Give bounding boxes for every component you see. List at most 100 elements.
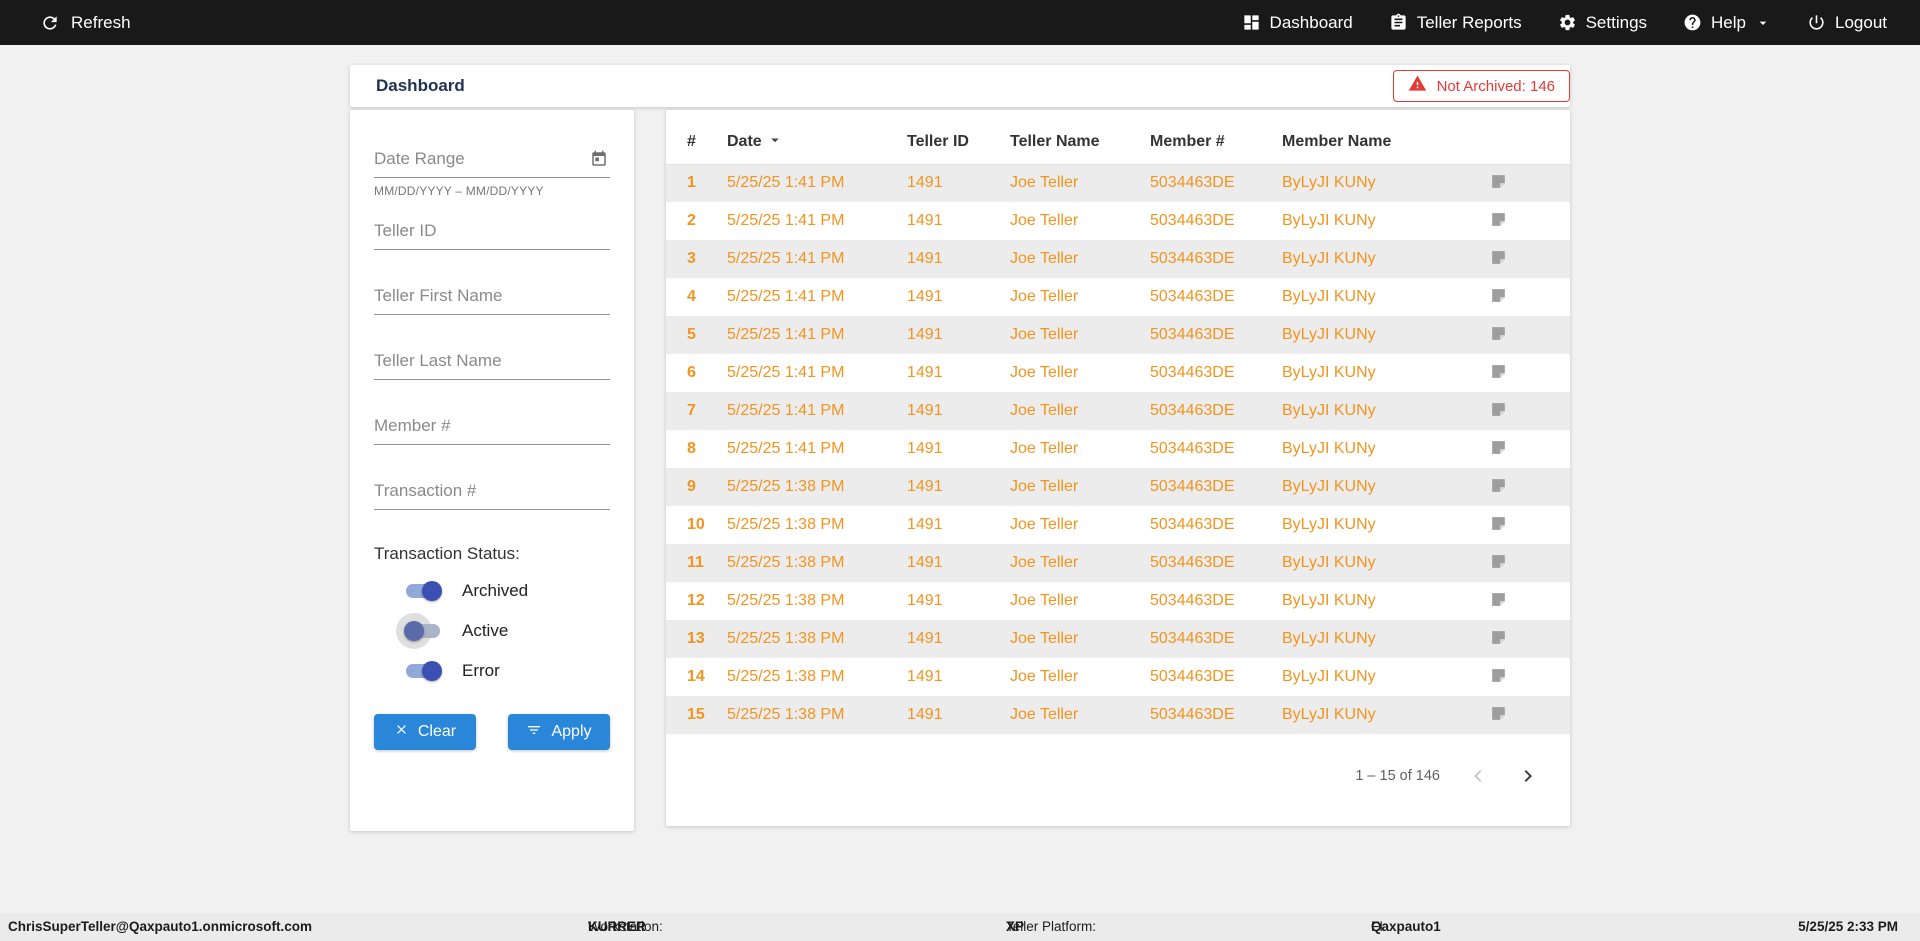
teller-last-name-input[interactable] [374,342,610,380]
apply-button-label: Apply [551,723,592,740]
note-icon [1489,438,1508,460]
cell-member-name: ByLyJI KUNy [1282,516,1376,533]
active-toggle[interactable] [396,613,442,649]
clipboard-icon [1389,13,1408,32]
note-icon-button[interactable] [1489,286,1508,308]
cell-date: 5/25/25 1:41 PM [727,174,845,192]
table-row[interactable]: 4 5/25/25 1:41 PM 1491 Joe Teller 503446… [666,278,1570,316]
note-icon-button[interactable] [1489,628,1508,650]
cell-member-number: 5034463DE [1150,402,1235,419]
table-row[interactable]: 14 5/25/25 1:38 PM 1491 Joe Teller 50344… [666,658,1570,696]
not-archived-badge-label: Not Archived: 146 [1436,77,1555,95]
cell-teller-id: 1491 [907,288,943,305]
cell-date: 5/25/25 1:41 PM [727,440,845,457]
date-range-input[interactable] [374,140,610,178]
note-icon [1489,248,1508,270]
cell-teller-id: 1491 [907,212,943,229]
cell-teller-id: 1491 [907,440,943,457]
refresh-button[interactable]: Refresh [40,13,131,33]
help-icon [1683,13,1702,32]
table-row[interactable]: 2 5/25/25 1:41 PM 1491 Joe Teller 503446… [666,202,1570,240]
page-background: Dashboard Not Archived: 146 MM/DD/YYYY –… [0,45,1920,913]
note-icon-button[interactable] [1489,400,1508,422]
teller-first-name-input[interactable] [374,277,610,315]
error-toggle[interactable] [404,661,442,681]
note-icon-button[interactable] [1489,172,1508,194]
cell-date: 5/25/25 1:38 PM [727,554,845,571]
cell-teller-name: Joe Teller [1010,516,1079,533]
note-icon-button[interactable] [1489,362,1508,384]
top-nav: Dashboard Teller Reports Settings Help L… [1242,13,1887,33]
note-icon [1489,476,1508,498]
table-row[interactable]: 11 5/25/25 1:38 PM 1491 Joe Teller 50344… [666,544,1570,582]
table-row[interactable]: 1 5/25/25 1:41 PM 1491 Joe Teller 503446… [666,164,1570,202]
note-icon-button[interactable] [1489,552,1508,574]
filter-icon [526,722,542,743]
cell-teller-name: Joe Teller [1010,706,1079,723]
table-row[interactable]: 13 5/25/25 1:38 PM 1491 Joe Teller 50344… [666,620,1570,658]
cell-date: 5/25/25 1:41 PM [727,288,845,305]
member-number-input[interactable] [374,407,610,445]
not-archived-badge[interactable]: Not Archived: 146 [1392,70,1570,102]
table-row[interactable]: 12 5/25/25 1:38 PM 1491 Joe Teller 50344… [666,582,1570,620]
teller-id-input[interactable] [374,212,610,250]
archived-toggle[interactable] [404,581,442,601]
cell-date: 5/25/25 1:38 PM [727,706,845,723]
table-row[interactable]: 7 5/25/25 1:41 PM 1491 Joe Teller 503446… [666,392,1570,430]
cell-teller-id: 1491 [907,174,943,192]
cell-teller-id: 1491 [907,630,943,647]
note-icon-button[interactable] [1489,324,1508,346]
cell-row-number: 8 [687,440,696,457]
transaction-status-label: Transaction Status: [374,544,520,563]
note-icon [1489,172,1508,194]
apply-button[interactable]: Apply [508,714,610,750]
table-row[interactable]: 6 5/25/25 1:41 PM 1491 Joe Teller 503446… [666,354,1570,392]
note-icon-button[interactable] [1489,590,1508,612]
cell-teller-name: Joe Teller [1010,668,1079,685]
nav-help[interactable]: Help [1683,13,1771,33]
table-row[interactable]: 8 5/25/25 1:41 PM 1491 Joe Teller 503446… [666,430,1570,468]
cell-row-number: 3 [687,250,696,267]
nav-logout[interactable]: Logout [1807,13,1887,33]
cell-teller-name: Joe Teller [1010,630,1079,647]
table-row[interactable]: 9 5/25/25 1:38 PM 1491 Joe Teller 503446… [666,468,1570,506]
col-header-teller-id: Teller ID [886,120,989,165]
table-row[interactable]: 10 5/25/25 1:38 PM 1491 Joe Teller 50344… [666,506,1570,544]
note-icon-button[interactable] [1489,438,1508,460]
nav-dashboard[interactable]: Dashboard [1242,13,1353,33]
nav-settings[interactable]: Settings [1558,13,1647,33]
note-icon-button[interactable] [1489,704,1508,726]
nav-teller-reports[interactable]: Teller Reports [1389,13,1522,33]
active-toggle-label: Active [462,621,509,640]
note-icon-button[interactable] [1489,248,1508,270]
cell-member-number: 5034463DE [1150,516,1235,533]
note-icon-button[interactable] [1489,514,1508,536]
next-page-button[interactable] [1516,764,1540,788]
toggle-row-active: Active [396,613,610,649]
cell-member-number: 5034463DE [1150,554,1235,571]
note-icon-button[interactable] [1489,666,1508,688]
cell-teller-name: Joe Teller [1010,402,1079,419]
table-row[interactable]: 5 5/25/25 1:41 PM 1491 Joe Teller 503446… [666,316,1570,354]
cell-teller-name: Joe Teller [1010,326,1079,343]
pagination: 1 – 15 of 146 [666,764,1570,826]
transactions-table-card: # Date Teller ID Teller Name Member # Me… [666,110,1570,826]
col-header-date[interactable]: Date [706,120,886,165]
col-header-member-name: Member Name [1261,120,1468,165]
previous-page-button[interactable] [1466,764,1490,788]
note-icon-button[interactable] [1489,476,1508,498]
cell-row-number: 10 [687,516,705,533]
table-row[interactable]: 3 5/25/25 1:41 PM 1491 Joe Teller 503446… [666,240,1570,278]
chevron-down-icon [1755,15,1771,31]
table-row[interactable]: 15 5/25/25 1:38 PM 1491 Joe Teller 50344… [666,696,1570,734]
transaction-number-input[interactable] [374,472,610,510]
calendar-icon[interactable] [588,148,610,173]
sort-chevron-down-icon [766,129,784,154]
toggle-row-error: Error [404,658,610,684]
cell-teller-name: Joe Teller [1010,592,1079,609]
note-icon-button[interactable] [1489,210,1508,232]
clear-button[interactable]: Clear [374,714,476,750]
note-icon [1489,286,1508,308]
cell-teller-id: 1491 [907,706,943,723]
cell-date: 5/25/25 1:41 PM [727,364,845,381]
